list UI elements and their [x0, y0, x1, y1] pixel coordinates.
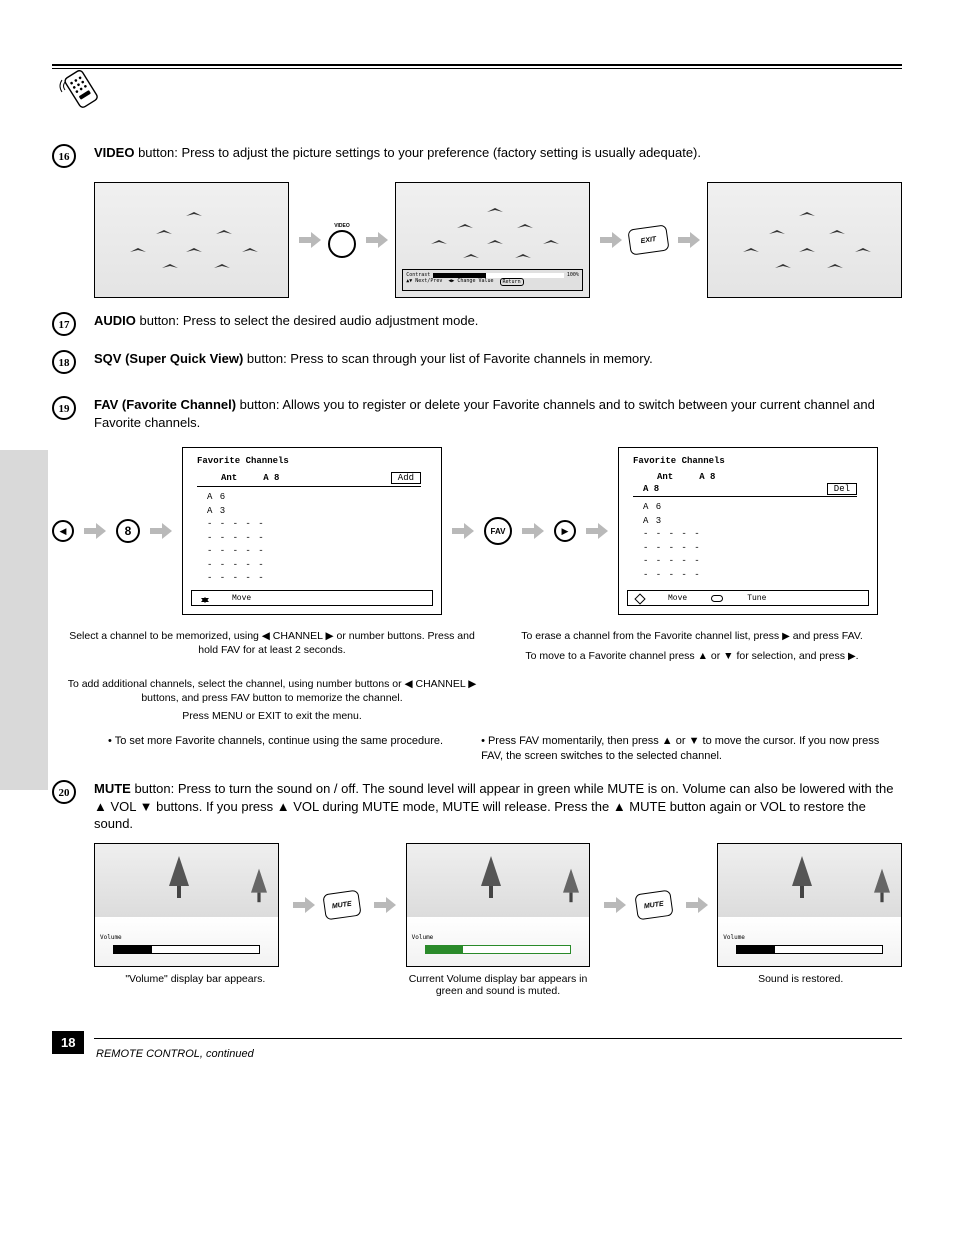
caption-text: "Volume" display bar appears. — [94, 973, 297, 985]
move-icon — [634, 593, 644, 603]
svg-text:19: 19 — [59, 403, 71, 415]
arrow-right-icon — [522, 525, 544, 537]
step-20-text: MUTE button: Press to turn the sound on … — [94, 780, 902, 833]
remote-control-icon — [56, 64, 112, 113]
mute-button[interactable]: MUTE — [634, 890, 673, 921]
video-button[interactable] — [328, 230, 356, 258]
svg-text:16: 16 — [59, 151, 71, 163]
arrow-right-icon — [600, 234, 619, 246]
step-17-text: AUDIO button: Press to select the desire… — [94, 312, 902, 330]
screenshot-thumb — [707, 182, 902, 298]
caption-text: Select a channel to be memorized, using … — [62, 629, 482, 663]
arrow-right-icon — [374, 899, 392, 911]
notes-list: • To set more Favorite channels, continu… — [108, 734, 902, 765]
svg-text:20: 20 — [59, 787, 71, 799]
caption-text: Sound is restored. — [699, 973, 902, 985]
mute-button[interactable]: MUTE — [323, 890, 362, 921]
arrow-right-icon — [452, 525, 474, 537]
updown-icon — [198, 593, 208, 603]
favorite-channels-list: A 6 A 3 - - - - - - - - - - - - - - - - … — [183, 487, 441, 586]
screenshot-thumb: Contrast 100% ▲▼ Next/Prev ◀▶ Change Val… — [395, 182, 590, 298]
favorite-channels-panel: Favorite Channels Ant A 8 Add A 6 A 3 - … — [182, 447, 442, 615]
arrow-right-icon — [586, 525, 608, 537]
step-number: 20 — [52, 780, 76, 804]
arrow-right-icon — [366, 234, 385, 246]
caption-text: To erase a channel from the Favorite cha… — [482, 629, 902, 663]
screenshot-thumb — [94, 182, 289, 298]
favorite-channels-list: A 6 A 3 - - - - - - - - - - - - - - - - … — [619, 497, 877, 582]
step-number: 16 — [52, 144, 76, 168]
screenshot-thumb: Volume — [406, 843, 591, 967]
caption-text: Current Volume display bar appears in gr… — [397, 973, 600, 997]
svg-text:18: 18 — [59, 357, 71, 369]
step-16-text: VIDEO button: Press to adjust the pictur… — [94, 144, 902, 162]
svg-text:17: 17 — [59, 319, 71, 331]
channel-left-button[interactable]: ◀ — [52, 520, 74, 542]
screenshot-thumb: Volume — [717, 843, 902, 967]
step-number: 19 — [52, 396, 76, 420]
del-button[interactable]: Del — [827, 483, 857, 495]
page-number: 18 — [52, 1031, 84, 1054]
arrow-right-icon — [150, 525, 172, 537]
step-18-text: SQV (Super Quick View) button: Press to … — [94, 350, 902, 368]
screenshot-thumb: Volume — [94, 843, 279, 967]
tune-icon — [711, 595, 723, 602]
arrow-right-icon — [299, 234, 318, 246]
number-8-button[interactable]: 8 — [116, 519, 140, 543]
contrast-osd: Contrast 100% ▲▼ Next/Prev ◀▶ Change Val… — [402, 269, 583, 291]
fav-button[interactable]: FAV — [484, 517, 512, 545]
arrow-right-icon — [604, 899, 622, 911]
arrow-right-icon — [84, 525, 106, 537]
step-number: 17 — [52, 312, 76, 336]
footer-text: REMOTE CONTROL, continued — [96, 1048, 902, 1060]
step-19-text: FAV (Favorite Channel) button: Allows yo… — [94, 396, 902, 431]
side-tab — [0, 450, 48, 790]
channel-right-button[interactable]: ▶ — [554, 520, 576, 542]
add-button[interactable]: Add — [391, 472, 421, 484]
caption-text: To add additional channels, select the c… — [62, 677, 482, 724]
exit-button[interactable]: EXIT — [628, 224, 670, 255]
arrow-right-icon — [678, 234, 697, 246]
favorite-channels-panel: Favorite Channels Ant A 8 A 8 Del A 6 A … — [618, 447, 878, 615]
step-number: 18 — [52, 350, 76, 374]
arrow-right-icon — [293, 899, 311, 911]
button-label: VIDEO — [334, 223, 350, 229]
arrow-right-icon — [686, 899, 704, 911]
